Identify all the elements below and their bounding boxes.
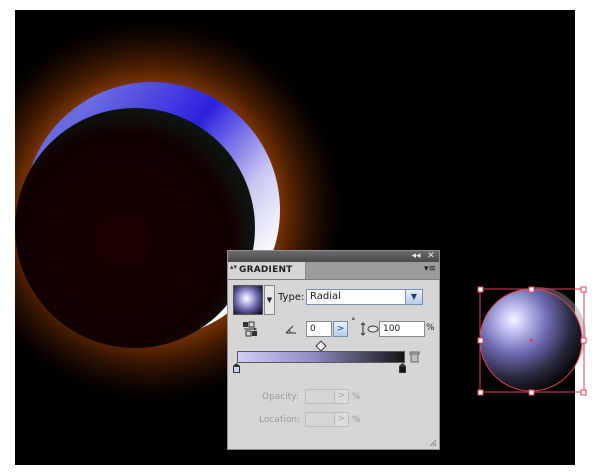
color-stop-right[interactable] — [399, 363, 406, 373]
angle-icon — [285, 325, 296, 334]
chevron-down-icon[interactable]: ▼ — [405, 290, 422, 304]
angle-input[interactable]: 0 — [306, 321, 332, 337]
location-dropdown-button: > — [334, 412, 349, 427]
panel-tab-row: ▴▾ GRADIENT ▾≡ — [228, 262, 439, 280]
opacity-unit: % — [352, 392, 361, 402]
tab-label: GRADIENT — [239, 265, 293, 275]
trash-icon[interactable] — [409, 351, 420, 363]
aspect-unit: % — [426, 323, 435, 333]
gradient-panel: ◂◂ ✕ ▴▾ GRADIENT ▾≡ ▼ Type: Radial ▼ 0 >… — [227, 250, 440, 450]
tab-expand-icon[interactable]: ▴▾ — [230, 264, 237, 271]
color-stop-left[interactable] — [233, 363, 240, 373]
degree-symbol: ° — [351, 317, 356, 327]
aspect-ratio-input[interactable]: 100 — [379, 321, 425, 337]
gradient-type-value: Radial — [310, 291, 341, 302]
aspect-ratio-icon — [361, 322, 379, 336]
angle-dropdown-button[interactable]: > — [333, 321, 348, 337]
swatch-dropdown-button[interactable]: ▼ — [264, 285, 275, 315]
location-label: Location: — [259, 415, 301, 425]
type-label: Type: — [278, 292, 305, 303]
location-input — [305, 412, 335, 427]
gradient-swatch-thumbnail[interactable] — [233, 285, 263, 315]
gradient-midpoint-diamond[interactable] — [315, 340, 327, 352]
close-icon[interactable]: ✕ — [424, 251, 438, 262]
panel-menu-icon[interactable]: ▾≡ — [424, 264, 436, 274]
dark-disc — [15, 108, 255, 348]
opacity-label: Opacity: — [262, 392, 299, 402]
gradient-slider-ramp[interactable] — [237, 351, 405, 363]
location-unit: % — [352, 415, 361, 425]
reverse-gradient-icon[interactable] — [242, 321, 258, 337]
collapse-icon[interactable]: ◂◂ — [409, 251, 423, 262]
center-point — [530, 339, 533, 342]
tab-gradient[interactable]: ▴▾ GRADIENT — [228, 262, 306, 279]
resize-grip-icon[interactable] — [429, 439, 437, 447]
panel-titlebar: ◂◂ ✕ — [228, 251, 439, 262]
gradient-type-select[interactable]: Radial ▼ — [306, 289, 423, 305]
opacity-input — [305, 389, 335, 404]
opacity-dropdown-button: > — [334, 389, 349, 404]
